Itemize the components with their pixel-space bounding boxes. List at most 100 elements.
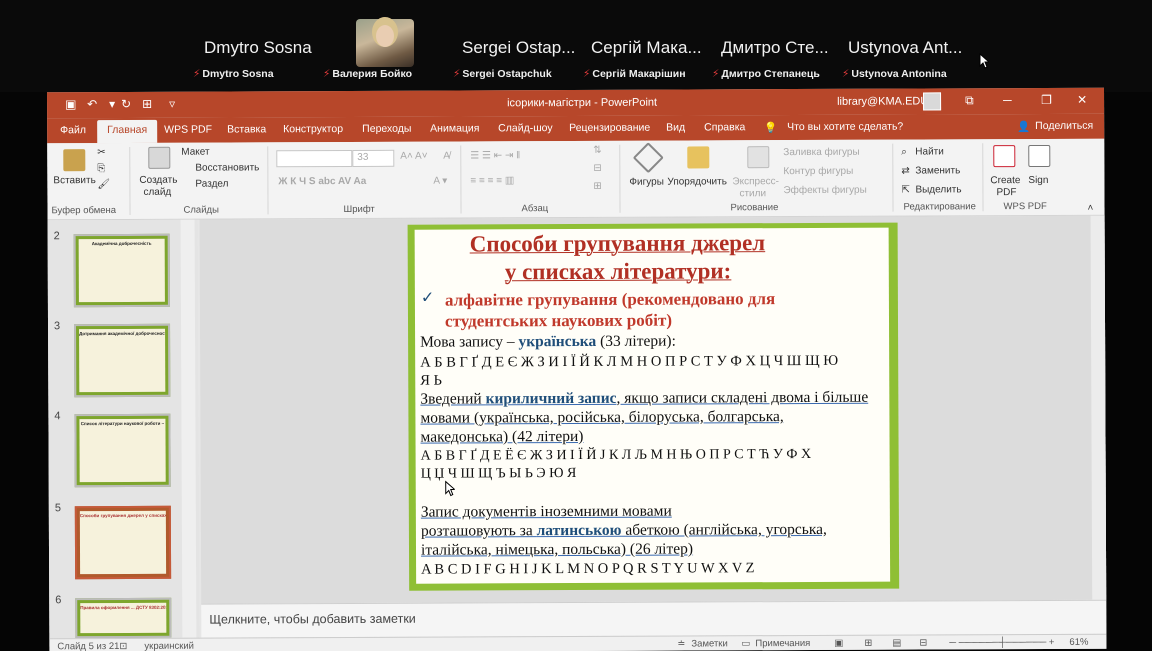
- align-icons[interactable]: ≡ ≡ ≡ ≡ ▥: [470, 175, 514, 186]
- slide-thumbnail[interactable]: Дотримання академічної доброчесності: [74, 323, 171, 398]
- participant-label[interactable]: ⚡ Сергій Макарішин: [583, 68, 686, 80]
- clear-format-icon[interactable]: A̸: [443, 151, 450, 162]
- grow-font-icon[interactable]: A˄ A˅: [400, 151, 427, 162]
- mic-muted-icon: ⚡: [842, 68, 850, 80]
- slide-thumbnail[interactable]: Список літератури наукової роботи –: [74, 413, 171, 488]
- tab-home[interactable]: Главная: [97, 119, 158, 144]
- undo-icon[interactable]: ↶: [87, 97, 97, 111]
- tab-insert[interactable]: Вставка: [227, 123, 266, 135]
- font-color-icon[interactable]: A ▾: [433, 176, 447, 187]
- text-run-emph: латинською: [536, 521, 622, 540]
- redo-icon[interactable]: ↻: [121, 97, 131, 111]
- account-avatar[interactable]: [923, 92, 942, 111]
- canvas-scrollbar[interactable]: [1090, 215, 1107, 600]
- reading-view-icon[interactable]: ▤: [892, 638, 901, 649]
- minimize-icon[interactable]: ─: [1003, 93, 1012, 107]
- ribbon-separator: [892, 143, 894, 212]
- tab-help[interactable]: Справка: [704, 121, 745, 133]
- create-pdf-icon[interactable]: [993, 145, 1016, 168]
- text-direction-icon[interactable]: ⇅: [593, 145, 601, 156]
- tab-view[interactable]: Вид: [666, 122, 685, 134]
- smartart-icon[interactable]: ⊞: [593, 181, 601, 192]
- participant-label[interactable]: ⚡ Sergei Ostapchuk: [453, 68, 552, 80]
- align-text-icon[interactable]: ⊟: [593, 163, 601, 174]
- collapse-ribbon-icon[interactable]: ˄: [1087, 203, 1093, 214]
- format-painter-icon[interactable]: 🖌: [97, 179, 110, 190]
- replace-button[interactable]: Заменить: [915, 165, 960, 176]
- cut-icon[interactable]: ✂: [97, 147, 105, 158]
- quick-styles-button[interactable]: Экспресс-: [732, 176, 779, 187]
- comments-icon: ▭: [741, 638, 751, 650]
- font-style-buttons[interactable]: Ж К Ч S abc AV Aa: [278, 176, 366, 187]
- slide-thumbnail[interactable]: Академічна доброчесність: [73, 233, 170, 308]
- bullets-icon[interactable]: ☰ ☰ ⇤ ⇥ ‖: [470, 150, 520, 161]
- shapes-button[interactable]: Фигуры: [629, 177, 664, 188]
- tab-file[interactable]: Файл: [60, 124, 86, 136]
- font-name-select[interactable]: [276, 149, 353, 168]
- slide-thumbnail[interactable]: Правила оформлення ... ДСТУ 8302:2015: [75, 597, 172, 639]
- save-icon[interactable]: ▣: [65, 97, 76, 111]
- cyrillic-line1: Зведений кириличний запис, якщо записи с…: [420, 389, 868, 409]
- notes-button[interactable]: Заметки: [691, 638, 727, 649]
- find-button[interactable]: Найти: [915, 146, 944, 157]
- font-size-select[interactable]: 33: [352, 149, 395, 167]
- sign-button[interactable]: Sign: [1028, 175, 1048, 186]
- copy-icon[interactable]: ⎘: [97, 163, 105, 174]
- latin-line3: італійська, німецька, польська) (26 літе…: [420, 540, 694, 559]
- share-button[interactable]: Поделиться: [1035, 120, 1093, 132]
- shape-outline-button[interactable]: Контур фигуры: [783, 166, 853, 177]
- quick-styles-button-line2[interactable]: стили: [739, 188, 766, 199]
- new-slide-button-line2[interactable]: слайд: [143, 187, 171, 198]
- select-button[interactable]: Выделить: [915, 184, 961, 195]
- participant-video-thumbnail[interactable]: [356, 19, 414, 67]
- restore-icon[interactable]: ❐: [1041, 93, 1052, 107]
- close-icon[interactable]: ✕: [1077, 93, 1087, 107]
- slide-thumbnail-selected[interactable]: Способи групування джерел у списках літе…: [74, 505, 172, 580]
- language-indicator[interactable]: украинский: [144, 641, 194, 651]
- chevron-down-icon[interactable]: ▾: [109, 97, 115, 111]
- layout-button[interactable]: Макет: [181, 147, 209, 158]
- reset-button[interactable]: Восстановить: [195, 162, 259, 173]
- thumbnails-scrollbar[interactable]: [180, 219, 197, 638]
- paste-button[interactable]: Вставить: [53, 175, 95, 186]
- normal-view-icon[interactable]: ▣: [834, 638, 843, 649]
- customize-toolbar-icon[interactable]: ▿: [169, 97, 175, 111]
- tab-slideshow[interactable]: Слайд-шоу: [498, 122, 552, 134]
- create-pdf-button[interactable]: Create: [990, 175, 1020, 186]
- new-slide-icon[interactable]: [148, 146, 171, 169]
- current-slide[interactable]: Способи групування джерел у списках літе…: [407, 222, 900, 591]
- participant-label[interactable]: ⚡ Ustynova Antonina: [842, 68, 947, 80]
- participant-label[interactable]: ⚡ Дмитро Степанець: [712, 68, 820, 80]
- notes-pane[interactable]: Щелкните, чтобы добавить заметки: [201, 599, 1107, 638]
- create-pdf-button-line2[interactable]: PDF: [996, 187, 1016, 198]
- slideshow-view-icon[interactable]: ⊟: [919, 637, 927, 648]
- zoom-slider[interactable]: ─ ──────┼────── +: [949, 637, 1054, 648]
- tell-me-search[interactable]: Что вы хотите сделать?: [787, 121, 903, 134]
- tab-wps-pdf[interactable]: WPS PDF: [164, 124, 212, 136]
- tab-review[interactable]: Рецензирование: [569, 122, 650, 134]
- find-icon: ⌕: [901, 146, 907, 158]
- section-button[interactable]: Раздел: [195, 179, 228, 190]
- slide-sorter-icon[interactable]: ⊞: [864, 638, 872, 649]
- shapes-icon[interactable]: [632, 142, 664, 174]
- spellcheck-icon[interactable]: ⊡: [119, 641, 127, 651]
- paste-icon[interactable]: [63, 149, 86, 172]
- account-name[interactable]: library@KMA.EDU: [837, 95, 928, 107]
- comments-button[interactable]: Примечания: [755, 638, 810, 649]
- zoom-level[interactable]: 61%: [1069, 637, 1088, 648]
- tab-design[interactable]: Конструктор: [283, 123, 343, 135]
- tab-animations[interactable]: Анимация: [430, 122, 479, 134]
- tab-transitions[interactable]: Переходы: [362, 123, 411, 135]
- shape-effects-button[interactable]: Эффекты фигуры: [783, 185, 866, 196]
- sign-icon[interactable]: [1028, 144, 1051, 168]
- thumb-number: 2: [53, 230, 60, 243]
- ribbon-display-icon[interactable]: ⧉: [965, 93, 974, 108]
- arrange-button[interactable]: Упорядочить: [667, 176, 727, 187]
- arrange-icon[interactable]: [687, 146, 710, 169]
- slideshow-icon[interactable]: ⊞: [142, 97, 152, 111]
- quick-styles-icon[interactable]: [747, 146, 770, 169]
- participant-label[interactable]: ⚡ Dmytro Sosna: [193, 68, 274, 80]
- shape-fill-button[interactable]: Заливка фигуры: [783, 147, 859, 158]
- participant-label[interactable]: ⚡ Валерия Бойко: [323, 68, 412, 80]
- new-slide-button[interactable]: Создать: [139, 175, 177, 186]
